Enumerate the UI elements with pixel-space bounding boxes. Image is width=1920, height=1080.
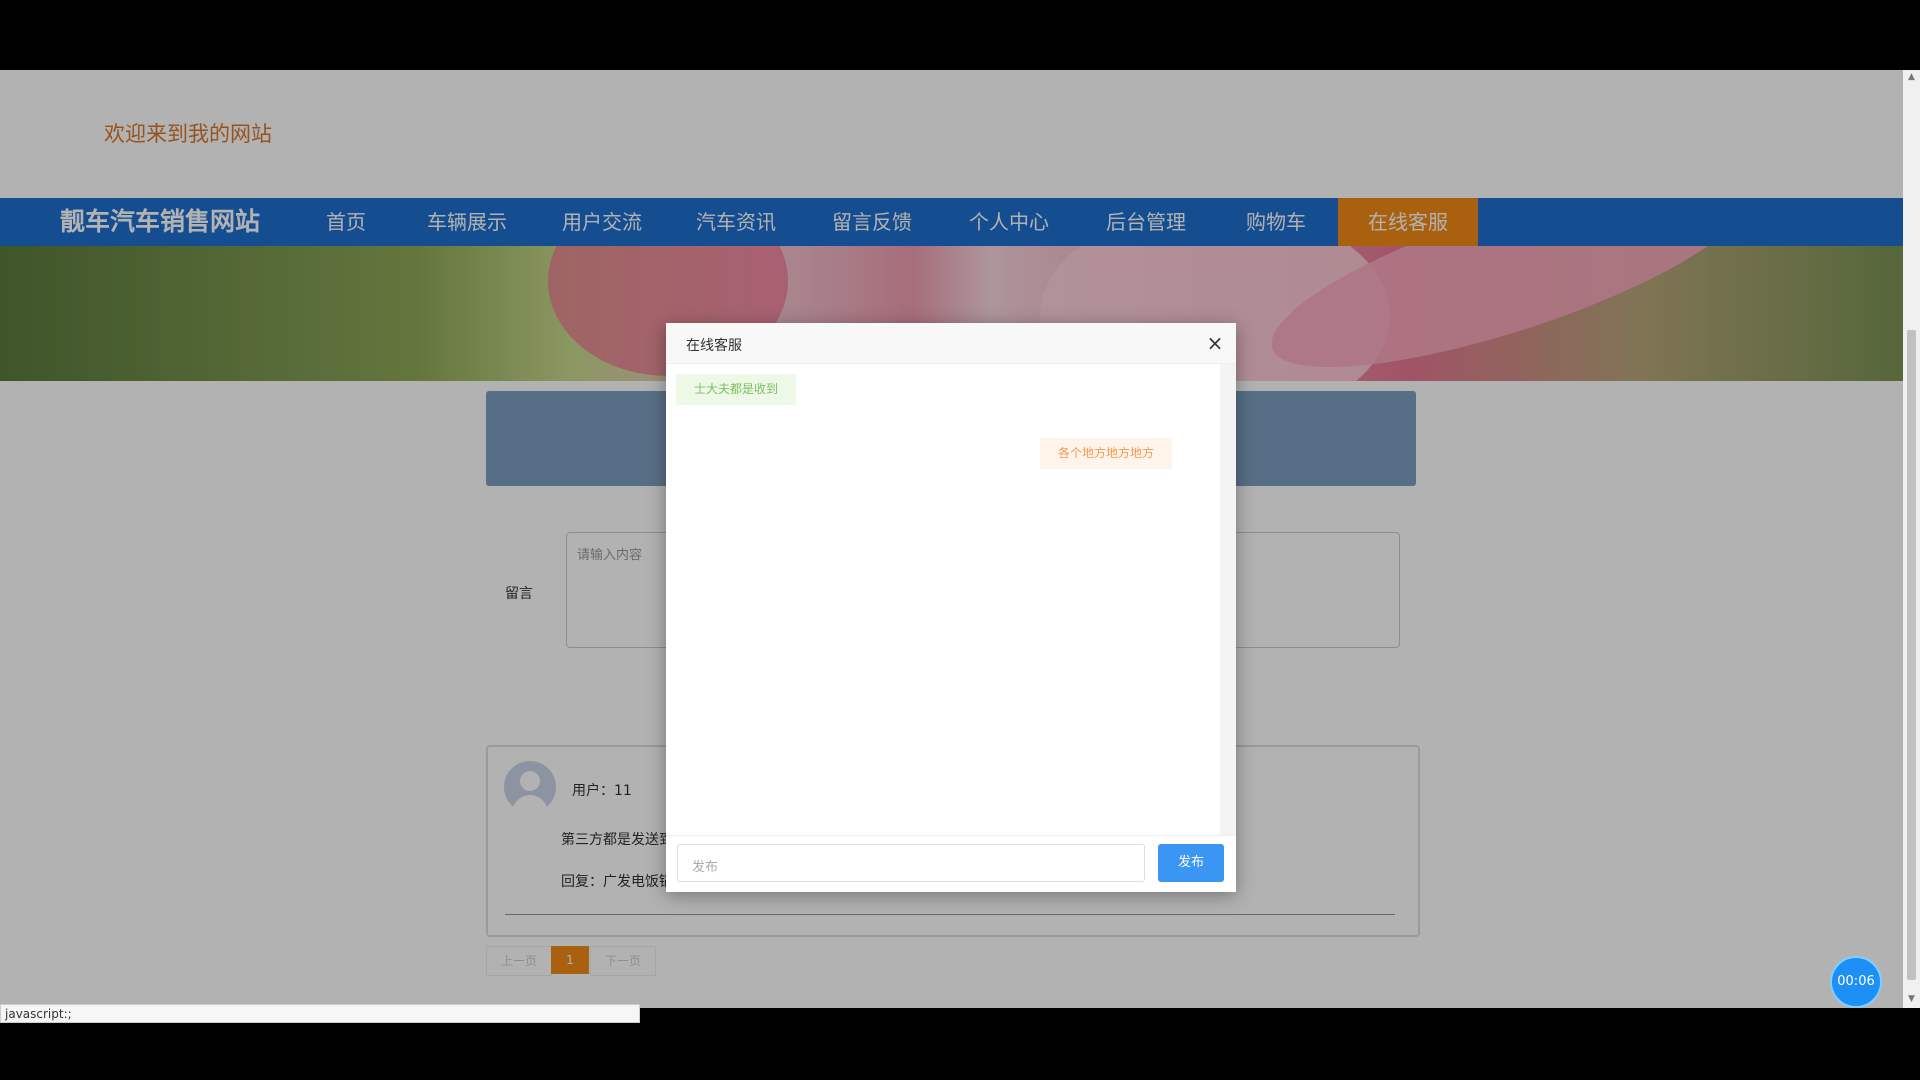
- page-scrollbar[interactable]: ▲ ▼: [1903, 70, 1920, 1008]
- chat-message-incoming: 士大夫都是收到: [676, 374, 797, 405]
- scroll-up-icon[interactable]: ▲: [1907, 73, 1916, 82]
- status-url: javascript:;: [5, 1007, 72, 1021]
- close-icon[interactable]: ×: [1203, 331, 1227, 355]
- chat-footer: 发布 发布: [666, 835, 1236, 892]
- modal-title: 在线客服: [686, 338, 742, 354]
- browser-status-bar: javascript:;: [0, 1004, 640, 1023]
- scroll-down-icon[interactable]: ▼: [1907, 995, 1916, 1004]
- chat-scrollbar[interactable]: [1220, 364, 1236, 835]
- modal-header: 在线客服 ×: [666, 323, 1236, 364]
- chat-message-area: [666, 364, 1220, 835]
- recording-timer[interactable]: 00:06: [1830, 956, 1882, 1008]
- online-service-modal: 在线客服 × 发布 发布: [666, 323, 1236, 892]
- browser-viewport: 欢迎来到我的网站 靓车汽车销售网站 首页 车辆展示 用户交流 汽车资讯 留言反馈…: [0, 70, 1920, 1008]
- page-scrollbar-thumb[interactable]: [1907, 330, 1916, 980]
- chat-input-placeholder: 发布: [692, 860, 719, 875]
- chat-input[interactable]: 发布: [677, 844, 1145, 882]
- chat-message-outgoing: 各个地方地方地方: [1040, 438, 1173, 469]
- chat-send-button[interactable]: 发布: [1158, 844, 1224, 882]
